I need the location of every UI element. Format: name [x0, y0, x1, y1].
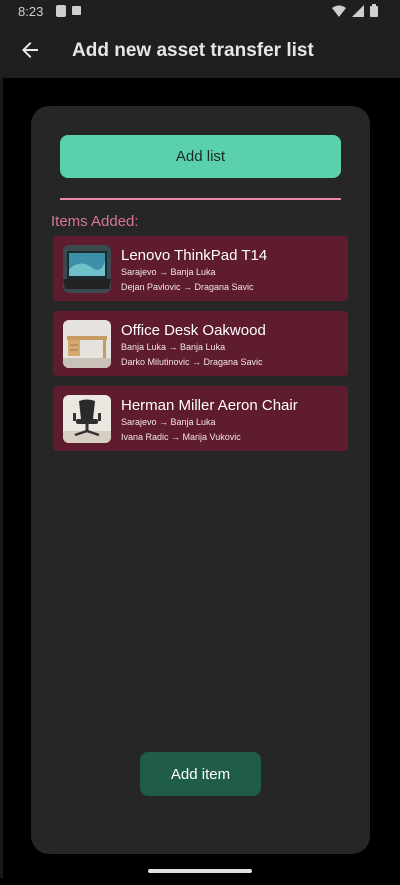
list-item[interactable]: Herman Miller Aeron Chair Sarajevo → Ban…: [53, 386, 348, 451]
chair-thumbnail: [63, 395, 111, 443]
item-name: Herman Miller Aeron Chair: [121, 397, 298, 414]
list-item[interactable]: Lenovo ThinkPad T14 Sarajevo → Banja Luk…: [53, 236, 348, 301]
item-route: Banja Luka → Banja Luka: [121, 342, 226, 352]
divider: [60, 198, 341, 200]
notification-icon: [72, 6, 81, 15]
item-people: Dejan Pavlovic → Dragana Savic: [121, 282, 254, 292]
list-item[interactable]: Office Desk Oakwood Banja Luka → Banja L…: [53, 311, 348, 376]
desk-thumbnail: [63, 320, 111, 368]
wifi-icon: [332, 5, 346, 17]
transfer-list-card: Add list Items Added: Lenovo ThinkPad T1…: [31, 106, 370, 854]
signal-icon: [352, 4, 364, 17]
item-people: Ivana Radic → Marija Vukovic: [121, 432, 241, 442]
laptop-thumbnail: [63, 245, 111, 293]
app-bar: Add new asset transfer list: [0, 24, 400, 78]
item-name: Office Desk Oakwood: [121, 322, 266, 339]
screen-edge: [0, 78, 3, 878]
add-list-button[interactable]: Add list: [60, 135, 341, 178]
items-added-heading: Items Added:: [51, 213, 139, 230]
item-route: Sarajevo → Banja Luka: [121, 417, 216, 427]
battery-icon: [370, 4, 378, 17]
item-route: Sarajevo → Banja Luka: [121, 267, 216, 277]
sim-card-icon: [56, 5, 66, 17]
home-indicator[interactable]: [148, 869, 252, 873]
status-bar: 8:23: [0, 0, 400, 24]
back-arrow-icon[interactable]: [18, 38, 42, 62]
item-name: Lenovo ThinkPad T14: [121, 247, 268, 264]
page-title: Add new asset transfer list: [72, 40, 314, 61]
status-icons: [332, 4, 378, 17]
item-people: Darko Milutinovic → Dragana Savic: [121, 357, 263, 367]
status-time: 8:23: [18, 4, 44, 19]
add-item-button[interactable]: Add item: [140, 752, 261, 796]
